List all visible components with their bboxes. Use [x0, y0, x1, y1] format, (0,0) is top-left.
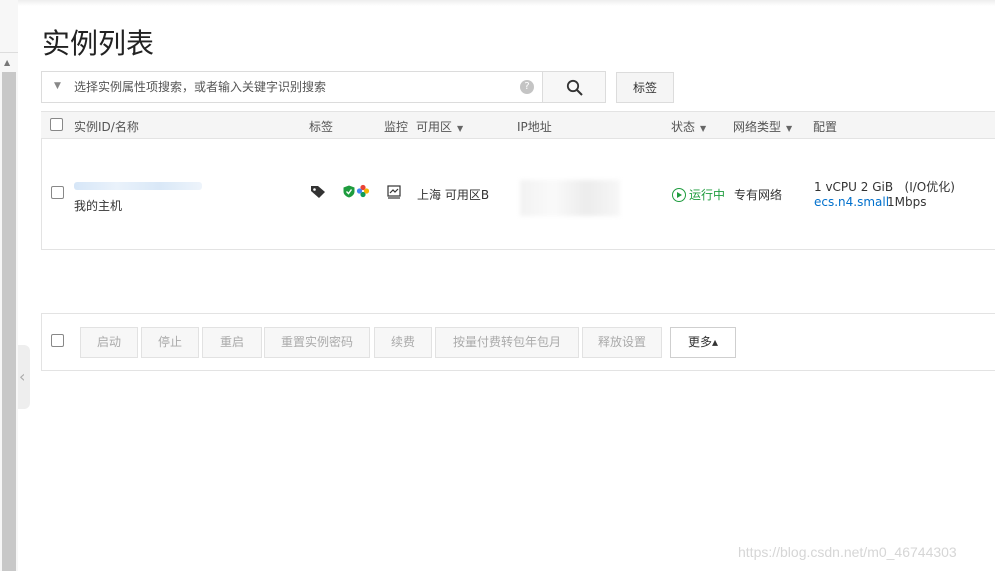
select-all-checkbox[interactable] [50, 118, 63, 131]
col-header-status[interactable]: 状态 ▼ [671, 118, 706, 135]
strip-divider [0, 52, 18, 53]
table-header: 实例ID/名称 标签 监控 可用区 ▼ IP地址 状态 ▼ 网络类型 ▼ 配置 [41, 111, 995, 139]
scroll-up-icon[interactable]: ▲ [4, 58, 10, 67]
caret-down-icon: ▼ [786, 124, 793, 133]
watermark: https://blog.csdn.net/m0_46744303 [738, 544, 957, 560]
col-header-zone-label: 可用区 [416, 120, 453, 134]
row-checkbox[interactable] [51, 186, 64, 199]
bulk-select-checkbox[interactable] [51, 334, 64, 347]
convert-billing-button[interactable]: 按量付费转包年包月 [435, 327, 579, 358]
top-shadow [18, 0, 995, 6]
more-dropdown-button[interactable]: 更多▴ [670, 327, 736, 358]
restart-button[interactable]: 重启 [202, 327, 262, 358]
col-header-ip: IP地址 [517, 120, 552, 134]
status-text: 运行中 [689, 188, 726, 202]
search-button[interactable] [542, 71, 606, 103]
help-icon[interactable]: ? [520, 80, 534, 94]
search-icon [566, 79, 583, 96]
stop-button[interactable]: 停止 [141, 327, 199, 358]
ip-address [520, 180, 620, 216]
caret-down-icon[interactable]: ▼ [54, 81, 61, 91]
zone-value: 上海 可用区B [417, 188, 490, 202]
col-header-id-name: 实例ID/名称 [74, 120, 139, 134]
col-header-monitor: 监控 [384, 120, 409, 134]
config-io-optimized: (I/O优化) [904, 180, 955, 194]
reset-password-button[interactable]: 重置实例密码 [264, 327, 370, 358]
search-input[interactable] [74, 78, 514, 96]
colorful-flower-icon[interactable] [356, 184, 370, 198]
col-header-zone[interactable]: 可用区 ▼ [416, 118, 463, 135]
instance-id-link[interactable] [74, 182, 202, 190]
bulk-action-bar: 启动 停止 重启 重置实例密码 续费 按量付费转包年包月 释放设置 更多▴ [41, 313, 995, 371]
col-header-status-label: 状态 [671, 120, 696, 134]
instance-name: 我的主机 [74, 199, 123, 213]
tag-icon[interactable] [310, 185, 326, 199]
security-shield-icon[interactable] [343, 185, 355, 198]
caret-down-icon: ▼ [457, 124, 464, 133]
play-circle-icon [672, 188, 686, 202]
monitor-chart-icon[interactable] [387, 185, 401, 199]
col-header-network-label: 网络类型 [733, 120, 782, 134]
config-cpu-memory-value: 1 vCPU 2 GiB [814, 180, 894, 194]
page-title: 实例列表 [42, 27, 155, 60]
tag-button[interactable]: 标签 [616, 72, 674, 103]
start-button[interactable]: 启动 [80, 327, 138, 358]
table-row: 我的主机 上海 可用区B 运行中 专有网络 1 vCPU 2 GiB (I/O优… [41, 139, 995, 250]
network-type: 专有网络 [734, 188, 783, 202]
chevron-left-icon: ‹ [19, 367, 26, 386]
status-badge: 运行中 [672, 186, 725, 203]
instance-type-link[interactable]: ecs.n4.small [814, 195, 889, 209]
renew-button[interactable]: 续费 [374, 327, 432, 358]
release-settings-button[interactable]: 释放设置 [582, 327, 662, 358]
caret-down-icon: ▼ [700, 124, 707, 133]
sidebar-collapse-handle[interactable]: ‹ [18, 345, 30, 409]
bandwidth-value: 1Mbps [887, 195, 927, 209]
search-box[interactable]: ▼ ? [41, 71, 543, 103]
scrollbar-thumb[interactable] [2, 72, 16, 571]
col-header-config: 配置 [813, 120, 838, 134]
config-cpu-memory: 1 vCPU 2 GiB (I/O优化) [814, 178, 955, 195]
col-header-tags: 标签 [309, 120, 334, 134]
left-scrollbar-area: ▲ [0, 0, 18, 571]
col-header-network[interactable]: 网络类型 ▼ [733, 118, 792, 135]
